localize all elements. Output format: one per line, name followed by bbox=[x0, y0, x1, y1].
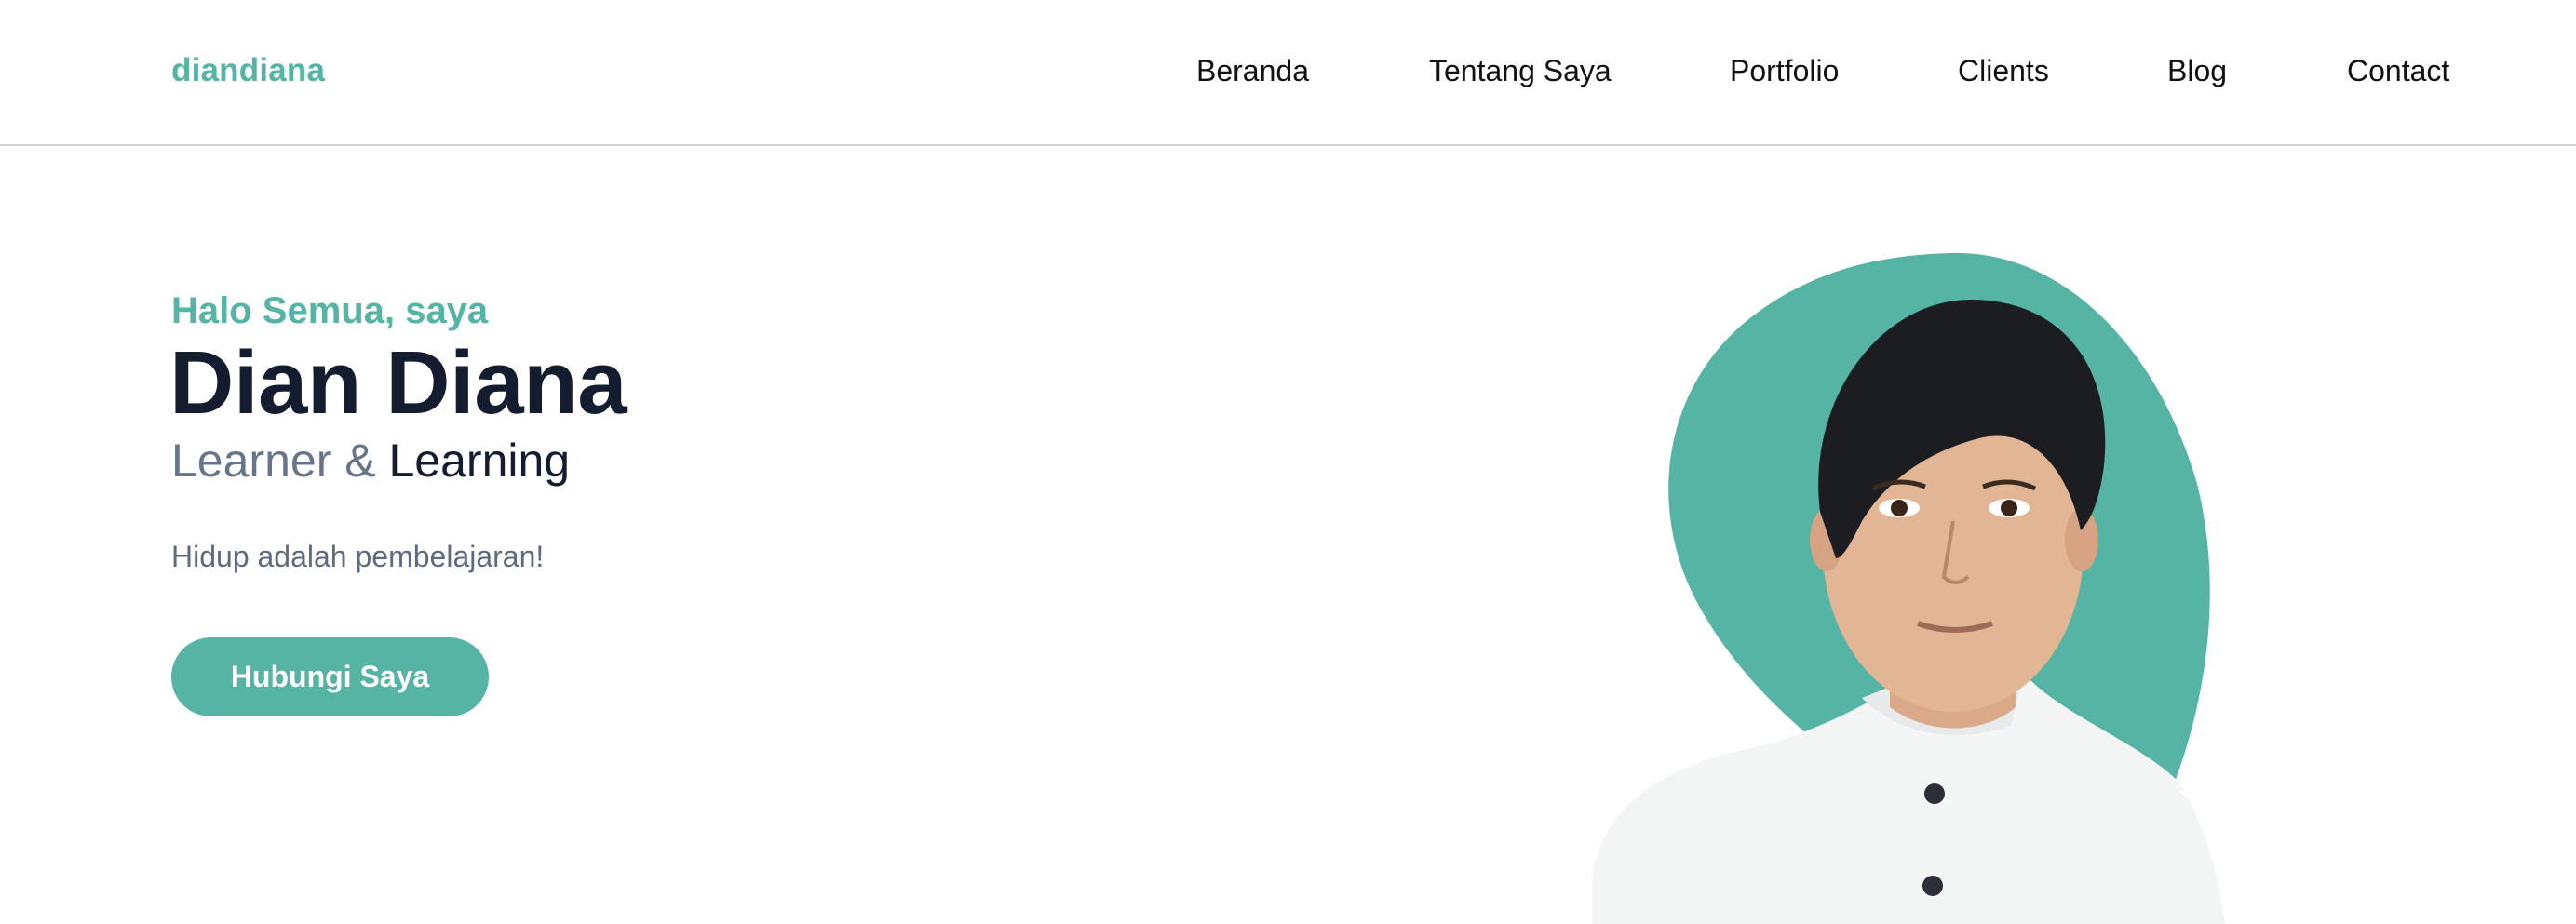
nav-link-beranda[interactable]: Beranda bbox=[1196, 54, 1309, 88]
nav-link-blog[interactable]: Blog bbox=[2167, 54, 2227, 88]
hero-role-strong: Learning bbox=[388, 435, 571, 487]
shirt-button-1 bbox=[1924, 783, 1945, 804]
hero-tagline: Hidup adalah pembelajaran! bbox=[171, 540, 545, 573]
hero-greeting: Halo Semua, saya bbox=[171, 290, 489, 331]
nav-link-portfolio[interactable]: Portfolio bbox=[1730, 54, 1839, 88]
hero-role-muted: Learner & bbox=[171, 435, 376, 487]
top-navbar: diandiana Beranda Tentang Saya Portfolio… bbox=[0, 0, 2576, 146]
hero-portrait bbox=[1583, 242, 2290, 924]
nav-link-clients[interactable]: Clients bbox=[1958, 54, 2049, 88]
nav-link-contact[interactable]: Contact bbox=[2347, 54, 2449, 88]
contact-me-button[interactable]: Hubungi Saya bbox=[171, 637, 489, 716]
nav-link-tentang-saya[interactable]: Tentang Saya bbox=[1429, 54, 1612, 88]
shirt-button-2 bbox=[1922, 876, 1943, 896]
hero-name: Dian Diana bbox=[169, 333, 627, 433]
site-logo[interactable]: diandiana bbox=[171, 52, 325, 89]
person-portrait-icon bbox=[1592, 252, 2290, 924]
hero-role: Learner & Learning bbox=[171, 437, 570, 484]
